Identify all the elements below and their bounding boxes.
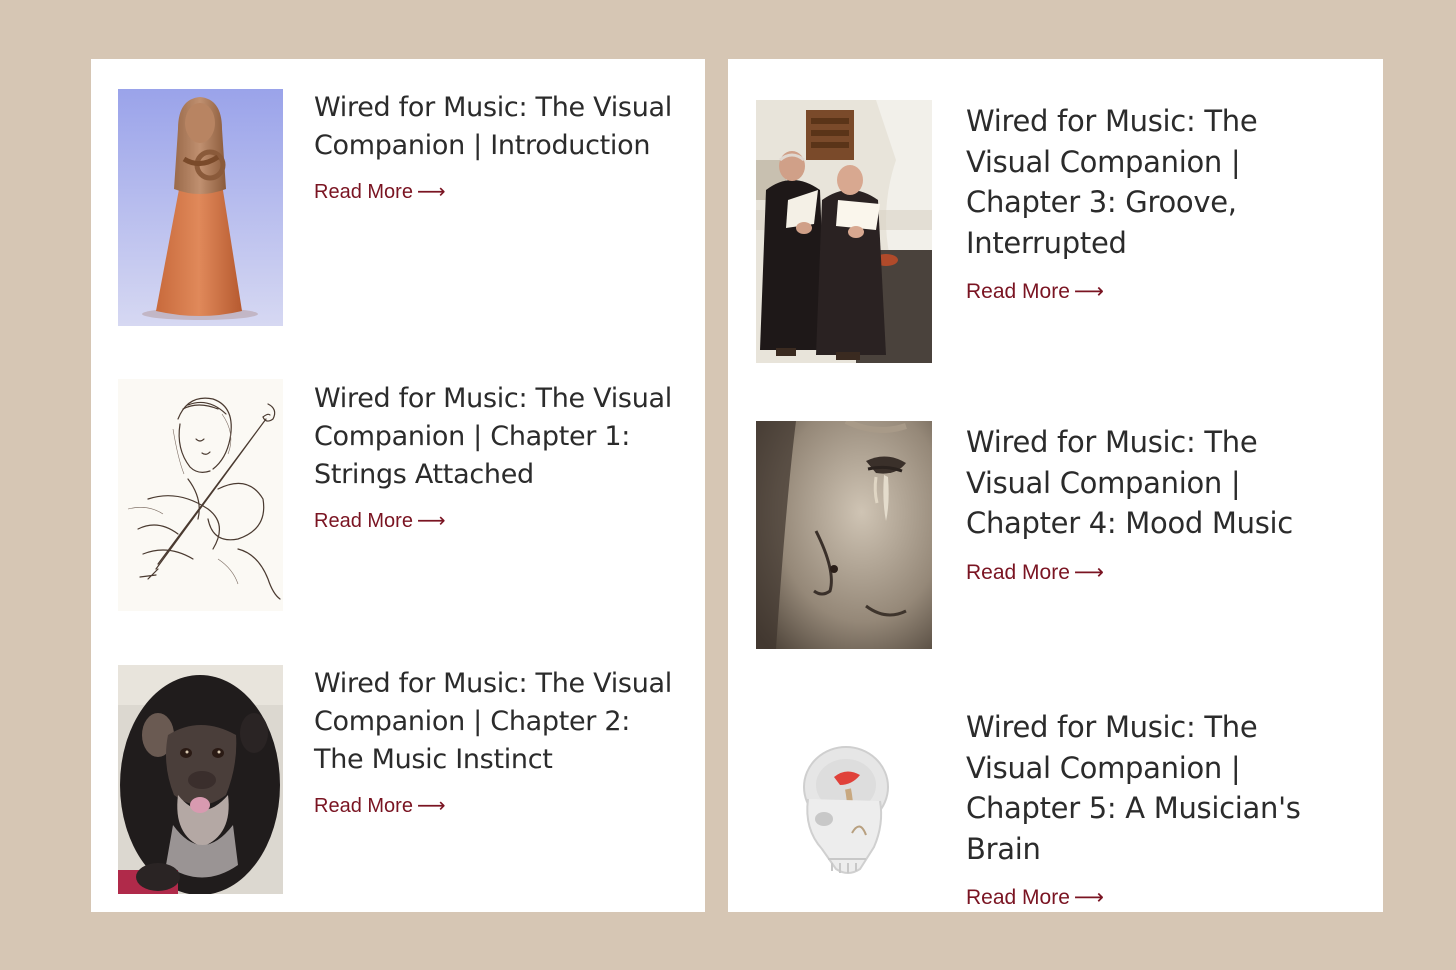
list-item: Wired for Music: The Visual Companion | … bbox=[91, 635, 705, 905]
list-item: Wired for Music: The Visual Companion | … bbox=[728, 59, 1383, 379]
read-more-label: Read More bbox=[966, 280, 1070, 303]
arrow-right-icon: ⟶ bbox=[416, 508, 446, 532]
item-title[interactable]: Wired for Music: The Visual Companion | … bbox=[966, 422, 1341, 544]
read-more-link[interactable]: Read More ⟶ bbox=[966, 885, 1104, 910]
item-text: Wired for Music: The Visual Companion | … bbox=[314, 380, 674, 533]
item-text: Wired for Music: The Visual Companion | … bbox=[314, 89, 674, 204]
read-more-link[interactable]: Read More ⟶ bbox=[314, 508, 446, 533]
item-title[interactable]: Wired for Music: The Visual Companion | … bbox=[314, 89, 674, 165]
terracotta-figurine-image[interactable] bbox=[118, 89, 283, 326]
read-more-label: Read More bbox=[314, 181, 413, 203]
item-text: Wired for Music: The Visual Companion | … bbox=[966, 422, 1341, 585]
item-title[interactable]: Wired for Music: The Visual Companion | … bbox=[966, 101, 1341, 263]
read-more-label: Read More bbox=[314, 795, 413, 817]
arrow-right-icon: ⟶ bbox=[416, 179, 446, 203]
read-more-link[interactable]: Read More ⟶ bbox=[314, 793, 446, 818]
item-text: Wired for Music: The Visual Companion | … bbox=[966, 707, 1341, 910]
item-text: Wired for Music: The Visual Companion | … bbox=[966, 101, 1341, 304]
list-item: Wired for Music: The Visual Companion | … bbox=[91, 349, 705, 629]
read-more-link[interactable]: Read More ⟶ bbox=[966, 279, 1104, 304]
left-column-panel: Wired for Music: The Visual Companion | … bbox=[91, 59, 705, 912]
list-item: Wired for Music: The Visual Companion | … bbox=[728, 669, 1383, 912]
skull-brain-image[interactable] bbox=[756, 709, 932, 909]
chimpanzee-image[interactable] bbox=[118, 665, 283, 894]
list-item: Wired for Music: The Visual Companion | … bbox=[91, 59, 705, 339]
read-more-label: Read More bbox=[314, 510, 413, 532]
arrow-right-icon: ⟶ bbox=[416, 793, 446, 817]
arrow-right-icon: ⟶ bbox=[1073, 559, 1104, 584]
violinist-sketch-image[interactable] bbox=[118, 379, 283, 611]
read-more-link[interactable]: Read More ⟶ bbox=[966, 560, 1104, 585]
read-more-label: Read More bbox=[966, 886, 1070, 909]
item-title[interactable]: Wired for Music: The Visual Companion | … bbox=[314, 665, 674, 779]
read-more-label: Read More bbox=[966, 560, 1070, 584]
list-item: Wired for Music: The Visual Companion | … bbox=[728, 379, 1383, 669]
monks-singing-image[interactable] bbox=[756, 100, 932, 363]
weeping-statue-image[interactable] bbox=[756, 421, 932, 649]
arrow-right-icon: ⟶ bbox=[1073, 885, 1104, 909]
item-text: Wired for Music: The Visual Companion | … bbox=[314, 665, 674, 818]
item-title[interactable]: Wired for Music: The Visual Companion | … bbox=[314, 380, 674, 494]
read-more-link[interactable]: Read More ⟶ bbox=[314, 179, 446, 204]
right-column-panel: Wired for Music: The Visual Companion | … bbox=[728, 59, 1383, 912]
item-title[interactable]: Wired for Music: The Visual Companion | … bbox=[966, 707, 1341, 869]
arrow-right-icon: ⟶ bbox=[1073, 279, 1104, 303]
